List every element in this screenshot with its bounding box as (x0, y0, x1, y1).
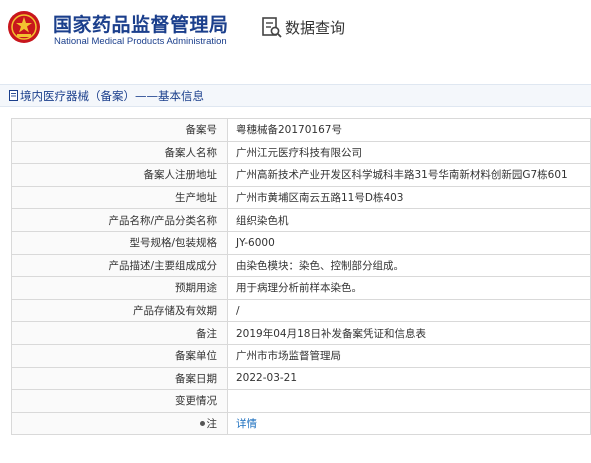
table-row: 备注 2019年04月18日补发备案凭证和信息表 (11, 321, 591, 345)
table-row: 生产地址 广州市黄埔区南云五路11号D栋403 (11, 185, 591, 210)
field-value: 广州江元医疗科技有限公司 (227, 140, 591, 165)
page-title: 数据查询 (285, 19, 346, 37)
table-row: 备案单位 广州市市场监督管理局 (11, 343, 591, 368)
table-row: 产品描述/主要组成成分 由染色模块：染色、控制部分组成。 (11, 253, 591, 278)
field-label: 产品名称/产品分类名称 (11, 208, 228, 232)
field-label-text: 产品描述/主要组成成分 (108, 259, 217, 272)
details-link[interactable]: 详情 (236, 418, 257, 430)
national-emblem-icon (8, 11, 40, 43)
field-value: 组织染色机 (227, 208, 591, 232)
field-value: 用于病理分析前样本染色。 (227, 276, 591, 300)
field-label-text: 备案单位 (175, 350, 217, 363)
field-value-text: 广州高新技术产业开发区科学城科丰路31号华南新材料创新园G7栋601 (236, 169, 568, 182)
breadcrumb-text: 境内医疗器械（备案）——基本信息 (20, 89, 204, 103)
field-value: JY-6000 (227, 230, 591, 255)
table-row: 变更情况 (11, 389, 591, 413)
field-value-text: 广州市市场监督管理局 (236, 350, 341, 363)
field-label: 备案单位 (11, 343, 228, 368)
field-value: 广州高新技术产业开发区科学城科丰路31号华南新材料创新园G7栋601 (227, 163, 591, 187)
field-value-text: 粤穗械备20170167号 (236, 124, 342, 137)
field-label-text: 产品名称/产品分类名称 (108, 214, 217, 227)
field-value-text: 组织染色机 (236, 214, 289, 227)
field-value: 2022-03-21 (227, 366, 591, 391)
field-label: 变更情况 (11, 389, 228, 413)
field-value-text: 由染色模块：染色、控制部分组成。 (236, 259, 404, 272)
table-row: 产品存储及有效期 / (11, 298, 591, 323)
field-value-text: 用于病理分析前样本染色。 (236, 282, 362, 295)
field-label-text: 生产地址 (175, 192, 217, 205)
field-value: 粤穗械备20170167号 (227, 118, 591, 142)
field-label-text: 产品存储及有效期 (133, 305, 217, 318)
field-label: 备案人名称 (11, 140, 228, 165)
field-value (227, 389, 591, 413)
field-label: 产品描述/主要组成成分 (11, 253, 228, 278)
field-value: 由染色模块：染色、控制部分组成。 (227, 253, 591, 278)
field-value: / (227, 298, 591, 323)
field-label-text: 备注 (196, 327, 217, 340)
field-value-text: 广州江元医疗科技有限公司 (236, 146, 362, 159)
field-label: 产品存储及有效期 (11, 298, 228, 323)
detail-table: 备案号 粤穗械备20170167号备案人名称 广州江元医疗科技有限公司备案人注册地址… (11, 118, 591, 436)
table-row: 备案号 粤穗械备20170167号 (11, 118, 591, 142)
field-value-text: JY-6000 (236, 236, 275, 249)
table-row: 备案人注册地址 广州高新技术产业开发区科学城科丰路31号华南新材料创新园G7栋60… (11, 163, 591, 187)
field-value-text: / (236, 304, 240, 317)
field-label-text: 备案人名称 (164, 146, 218, 159)
field-label: 备案人注册地址 (11, 163, 228, 187)
site-header: 国家药品监督管理局 National Medical Products Admi… (0, 0, 591, 70)
field-value-text: 广州市黄埔区南云五路11号D栋403 (236, 192, 404, 205)
bullet-icon (199, 420, 205, 426)
field-value: 详情 (227, 411, 591, 436)
field-value-text: 2022-03-21 (236, 372, 298, 385)
brand-name-cn: 国家药品监督管理局 (53, 14, 229, 36)
field-label: 注 (11, 411, 228, 436)
table-row: 注 详情 (11, 411, 591, 436)
field-label-text: 备案号 (185, 124, 218, 137)
document-icon (9, 90, 18, 101)
field-label: 生产地址 (11, 185, 228, 210)
field-value: 广州市黄埔区南云五路11号D栋403 (227, 185, 591, 210)
field-value: 广州市市场监督管理局 (227, 343, 591, 368)
table-row: 产品名称/产品分类名称 组织染色机 (11, 208, 591, 232)
breadcrumb: 境内医疗器械（备案）——基本信息 (0, 84, 591, 107)
field-label: 备案号 (11, 118, 228, 142)
table-row: 预期用途 用于病理分析前样本染色。 (11, 276, 591, 300)
field-value-text: 2019年04月18日补发备案凭证和信息表 (236, 327, 426, 340)
field-label: 预期用途 (11, 276, 228, 300)
brand-name-en: National Medical Products Administration (54, 36, 227, 47)
field-label: 备案日期 (11, 366, 228, 391)
field-label-text: 型号规格/包装规格 (129, 237, 217, 250)
field-label-text: 备案日期 (175, 372, 217, 385)
field-label-text: 注 (206, 418, 218, 431)
field-label-text: 备案人注册地址 (143, 169, 218, 182)
data-query-icon (262, 17, 282, 38)
field-label-text: 变更情况 (175, 395, 217, 408)
table-row: 型号规格/包装规格 JY-6000 (11, 230, 591, 255)
field-label-text: 预期用途 (175, 282, 217, 295)
table-row: 备案日期 2022-03-21 (11, 366, 591, 391)
field-label: 备注 (11, 321, 228, 345)
field-value: 2019年04月18日补发备案凭证和信息表 (227, 321, 591, 345)
field-label: 型号规格/包装规格 (11, 230, 228, 255)
table-row: 备案人名称 广州江元医疗科技有限公司 (11, 140, 591, 165)
